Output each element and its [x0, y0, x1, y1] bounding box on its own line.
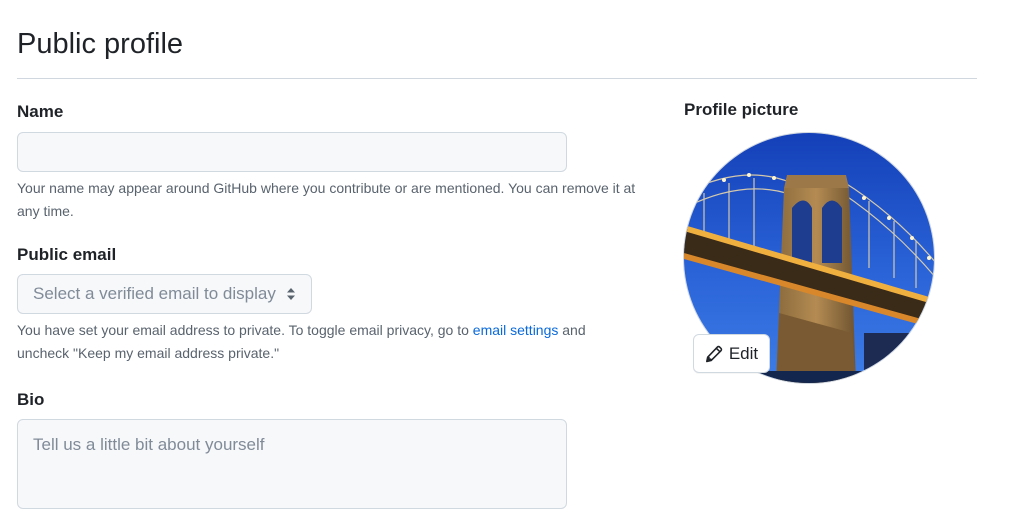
name-input[interactable]: [17, 132, 567, 172]
pencil-icon: [705, 345, 723, 363]
pencil-icon-svg: [705, 345, 723, 362]
name-label: Name: [17, 102, 64, 121]
public-email-note: You have set your email address to priva…: [17, 319, 637, 365]
public-email-label: Public email: [17, 245, 117, 264]
edit-button-label: Edit: [728, 343, 759, 363]
bio-label: Bio: [17, 390, 45, 409]
title-divider: [17, 78, 977, 79]
page-title: Public profile: [17, 28, 184, 60]
name-note: Your name may appear around GitHub where…: [17, 180, 636, 219]
public-email-note-before: You have set your email address to priva…: [17, 322, 469, 338]
profile-picture-label: Profile picture: [684, 100, 799, 119]
public-email-select[interactable]: Select a verified email to display: [17, 274, 312, 314]
bio-textarea[interactable]: [17, 419, 567, 509]
select-caret-icon: [287, 288, 295, 300]
edit-profile-picture-button[interactable]: Edit: [693, 334, 770, 373]
email-settings-link[interactable]: email settings: [473, 322, 559, 338]
public-email-selected-value: Select a verified email to display: [33, 284, 276, 303]
